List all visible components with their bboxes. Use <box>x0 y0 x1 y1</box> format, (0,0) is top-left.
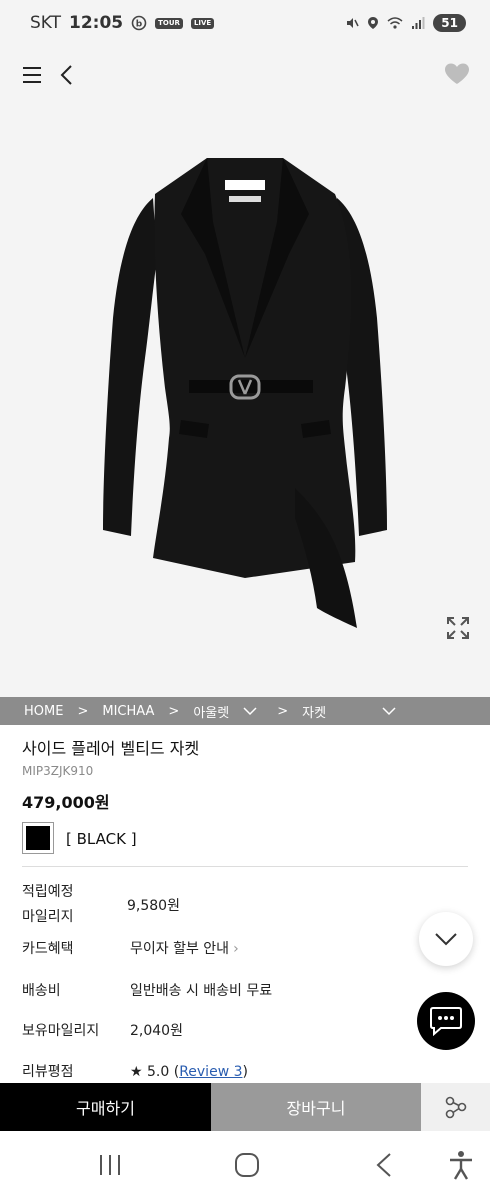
hamburger-menu-icon[interactable] <box>22 65 42 85</box>
chevron-down-icon[interactable] <box>243 706 257 716</box>
product-price: 479,000원 <box>22 793 110 812</box>
add-to-cart-button[interactable]: 장바구니 <box>211 1083 421 1131</box>
mileage-value: 9,580원 <box>127 898 180 914</box>
chevron-right-icon: › <box>233 941 239 957</box>
system-nav-bar <box>0 1131 490 1200</box>
heart-icon[interactable] <box>444 62 470 86</box>
shipping-value: 일반배송 시 배송비 무료 <box>130 983 273 999</box>
live-badge: LIVE <box>190 17 215 29</box>
tour-badge: TOUR <box>155 17 183 29</box>
location-icon <box>368 17 379 29</box>
mute-icon <box>347 18 359 28</box>
breadcrumb-item-outlet[interactable]: 아울렛 <box>193 702 229 721</box>
battery-indicator: 51 <box>433 14 466 32</box>
product-image-area <box>0 46 490 697</box>
review-rating-value: ★ 5.0 (Review 3) <box>130 1061 248 1083</box>
status-bar: SKT 12:05 b TOUR LIVE 51 <box>0 0 490 46</box>
color-swatch-fill <box>26 826 50 850</box>
share-button[interactable] <box>421 1083 490 1131</box>
review-close-paren: ) <box>242 1064 248 1080</box>
card-benefit-text: 무이자 할부 안내 <box>130 941 230 957</box>
color-swatch[interactable] <box>22 822 54 854</box>
card-benefit-link[interactable]: 무이자 할부 안내 › <box>130 938 239 960</box>
svg-text:b: b <box>136 20 143 30</box>
breadcrumb-separator: > <box>77 703 89 719</box>
breadcrumb-separator: > <box>168 703 180 719</box>
breadcrumb-separator: > <box>277 703 289 719</box>
accessibility-icon[interactable] <box>449 1150 473 1180</box>
chevron-down-icon[interactable] <box>382 706 396 716</box>
breadcrumb-item-brand[interactable]: MICHAA <box>102 704 154 719</box>
home-icon[interactable] <box>234 1152 260 1178</box>
buy-button[interactable]: 구매하기 <box>0 1083 211 1131</box>
chevron-left-icon[interactable] <box>58 64 76 86</box>
divider <box>22 866 468 867</box>
recent-apps-icon[interactable] <box>98 1153 122 1177</box>
product-code: MIP3ZJK910 <box>22 764 94 778</box>
mileage-label-line2: 마일리지 <box>22 909 74 925</box>
product-photo-jacket[interactable] <box>95 158 395 648</box>
signal-icon <box>412 17 425 29</box>
review-link[interactable]: Review 3 <box>179 1064 242 1080</box>
back-icon[interactable] <box>374 1152 394 1178</box>
scroll-down-button[interactable] <box>419 912 473 966</box>
card-benefit-label: 카드혜택 <box>22 941 74 957</box>
breadcrumb-item-home[interactable]: HOME <box>24 704 63 719</box>
wifi-icon <box>387 17 403 29</box>
mileage-label-line1: 적립예정 <box>22 884 74 900</box>
shipping-label: 배송비 <box>22 983 61 999</box>
share-icon <box>445 1096 466 1119</box>
owned-mileage-value: 2,040원 <box>130 1023 183 1039</box>
chat-button[interactable] <box>417 992 475 1050</box>
mileage-label: 적립예정 마일리지 <box>22 881 74 928</box>
review-rating-label: 리뷰평점 <box>22 1064 74 1080</box>
chat-bubble-icon <box>430 1007 462 1036</box>
expand-icon[interactable] <box>446 616 470 640</box>
clock: 12:05 <box>69 13 124 33</box>
product-name: 사이드 플레어 벨티드 자켓 <box>22 739 200 758</box>
chevron-down-icon <box>435 933 457 946</box>
color-label: [ BLACK ] <box>66 830 137 848</box>
carrier-label: SKT <box>30 13 62 33</box>
bottom-action-bar: 구매하기 장바구니 <box>0 1083 490 1131</box>
breadcrumb: HOME > MICHAA > 아울렛 > 자켓 <box>0 697 490 725</box>
owned-mileage-label: 보유마일리지 <box>22 1023 100 1039</box>
b-app-icon: b <box>131 15 147 31</box>
review-score: ★ 5.0 <box>130 1064 170 1080</box>
breadcrumb-item-jacket[interactable]: 자켓 <box>302 702 326 721</box>
